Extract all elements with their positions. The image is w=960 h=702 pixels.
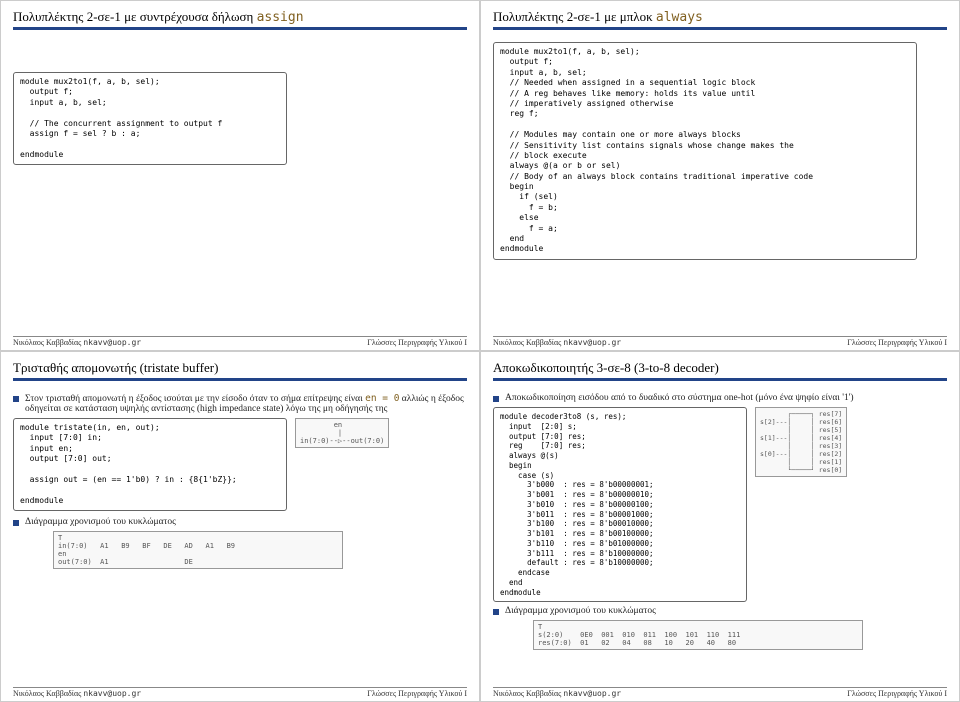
decoder-diagram: ┌─────┐ res[7] s[2]---│ │ res[6] │ │ res…: [755, 407, 847, 477]
footer-author: Νικόλαος Καββαδίας: [493, 338, 561, 347]
slide-footer: Νικόλαος Καββαδίας nkavv@uop.gr Γλώσσες …: [13, 687, 467, 698]
code-block: module decoder3to8 (s, res); input [2:0]…: [493, 407, 747, 602]
title-text: Πολυπλέκτης 2-σε-1 με μπλοκ: [493, 9, 656, 24]
code-block: module mux2to1(f, a, b, sel); output f; …: [493, 42, 917, 260]
title-text: Πολυπλέκτης 2-σε-1 με συντρέχουσα δήλωση: [13, 9, 257, 24]
bullet-icon: [493, 396, 499, 402]
slide-decoder: Αποκωδικοποιητής 3-σε-8 (3-to-8 decoder)…: [480, 351, 960, 702]
slide-footer: Νικόλαος Καββαδίας nkavv@uop.gr Γλώσσες …: [493, 336, 947, 347]
slide-footer: Νικόλαος Καββαδίας nkavv@uop.gr Γλώσσες …: [13, 336, 467, 347]
bullet-item: Διάγραμμα χρονισμού του κυκλώματος: [493, 606, 947, 616]
slide-mux-assign: Πολυπλέκτης 2-σε-1 με συντρέχουσα δήλωση…: [0, 0, 480, 351]
slide-body: Αποκωδικοποίηση εισόδου από το δυαδικό σ…: [493, 387, 947, 693]
timing-diagram: T in(7:0) A1 B9 BF DE AD A1 B9 en out(7:…: [53, 531, 343, 569]
bullet-text: Διάγραμμα χρονισμού του κυκλώματος: [25, 517, 176, 527]
slide-body: module mux2to1(f, a, b, sel); output f; …: [13, 36, 467, 342]
bullet-icon: [13, 520, 19, 526]
code-block: module mux2to1(f, a, b, sel); output f; …: [13, 72, 287, 165]
footer-author: Νικόλαος Καββαδίας: [493, 689, 561, 698]
footer-author: Νικόλαος Καββαδίας: [13, 689, 81, 698]
footer-course: Γλώσσες Περιγραφής Υλικού I: [367, 338, 467, 347]
slide-title: Αποκωδικοποιητής 3-σε-8 (3-to-8 decoder): [493, 360, 947, 381]
bullet-item: Στον τρισταθή απομονωτή η έξοδος ισούται…: [13, 393, 467, 414]
bullet-text: Στον τρισταθή απομονωτή η έξοδος ισούται…: [25, 393, 467, 414]
bullet-icon: [493, 609, 499, 615]
footer-course: Γλώσσες Περιγραφής Υλικού I: [847, 338, 947, 347]
footer-email: nkavv@uop.gr: [83, 689, 141, 698]
slide-tristate: Τρισταθής απομονωτής (tristate buffer) Σ…: [0, 351, 480, 702]
title-keyword: assign: [257, 10, 304, 25]
slide-body: module mux2to1(f, a, b, sel); output f; …: [493, 36, 947, 342]
slide-footer: Νικόλαος Καββαδίας nkavv@uop.gr Γλώσσες …: [493, 687, 947, 698]
timing-diagram: T s(2:0) 0E0 001 010 011 100 101 110 111…: [533, 620, 863, 650]
title-keyword: always: [656, 10, 703, 25]
slide-title: Πολυπλέκτης 2-σε-1 με μπλοκ always: [493, 9, 947, 30]
slide-mux-always: Πολυπλέκτης 2-σε-1 με μπλοκ always modul…: [480, 0, 960, 351]
slide-title: Τρισταθής απομονωτής (tristate buffer): [13, 360, 467, 381]
bullet-text: Διάγραμμα χρονισμού του κυκλώματος: [505, 606, 656, 616]
footer-email: nkavv@uop.gr: [83, 338, 141, 347]
bullet-icon: [13, 396, 19, 402]
footer-email: nkavv@uop.gr: [563, 689, 621, 698]
bullet-item: Διάγραμμα χρονισμού του κυκλώματος: [13, 517, 467, 527]
footer-course: Γλώσσες Περιγραφής Υλικού I: [367, 689, 467, 698]
slide-title: Πολυπλέκτης 2-σε-1 με συντρέχουσα δήλωση…: [13, 9, 467, 30]
buffer-diagram: en | in(7:0)--▷--out(7:0): [295, 418, 389, 448]
code-block: module tristate(in, en, out); input [7:0…: [13, 418, 287, 511]
bullet-text: Αποκωδικοποίηση εισόδου από το δυαδικό σ…: [505, 393, 854, 403]
footer-author: Νικόλαος Καββαδίας: [13, 338, 81, 347]
footer-email: nkavv@uop.gr: [563, 338, 621, 347]
footer-course: Γλώσσες Περιγραφής Υλικού I: [847, 689, 947, 698]
bullet-item: Αποκωδικοποίηση εισόδου από το δυαδικό σ…: [493, 393, 947, 403]
slide-body: Στον τρισταθή απομονωτή η έξοδος ισούται…: [13, 387, 467, 693]
